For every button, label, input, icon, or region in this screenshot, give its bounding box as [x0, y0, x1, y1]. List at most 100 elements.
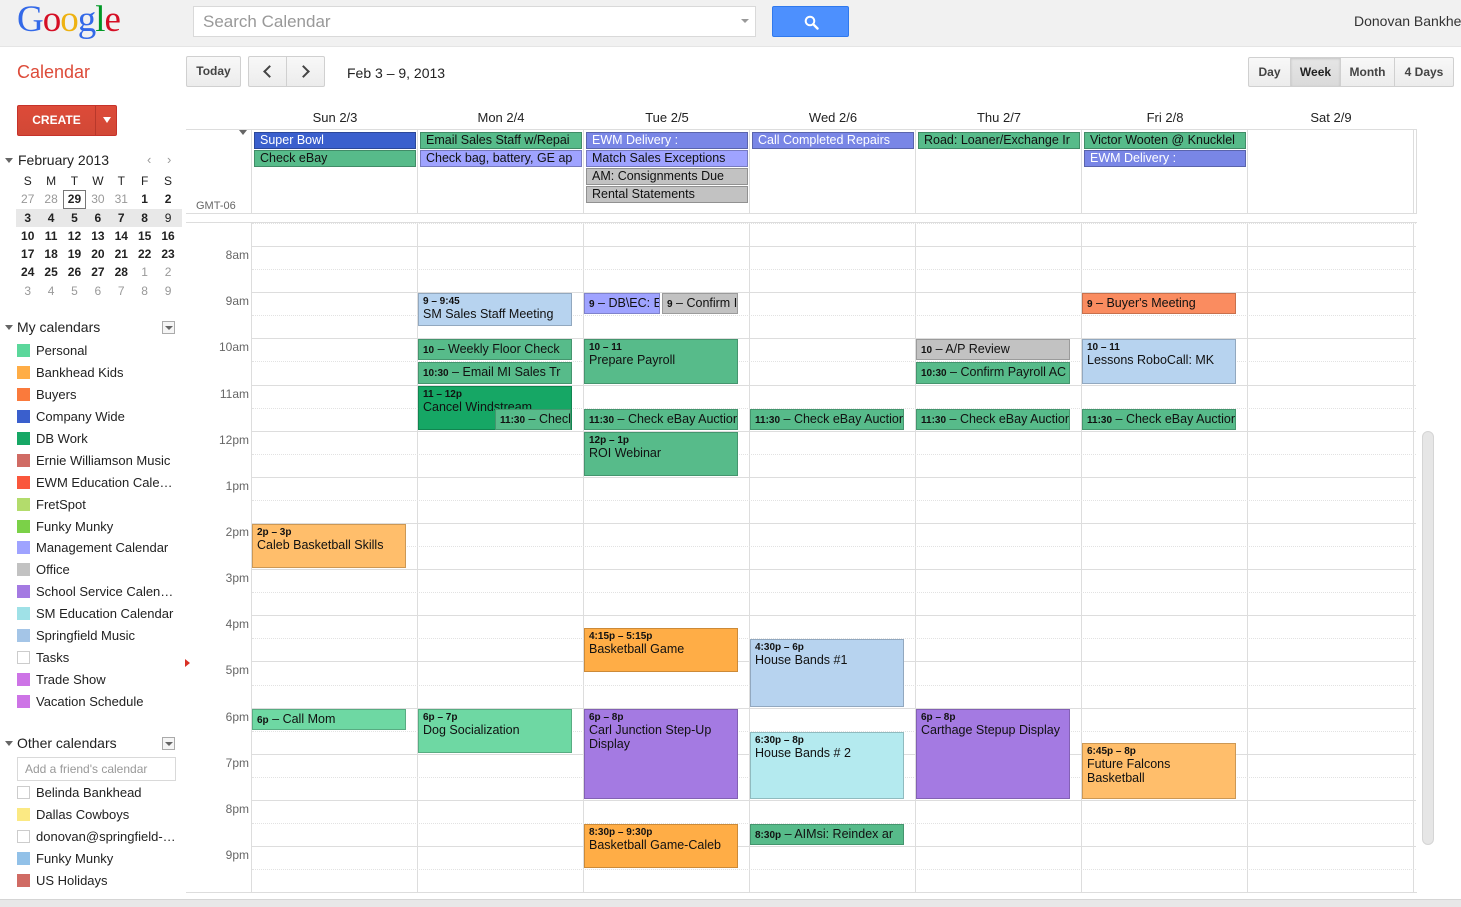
calendar-event[interactable]: 11:30 – Check eBay Auctions: [916, 408, 1070, 430]
minical-day[interactable]: 21: [110, 245, 133, 263]
calendar-event[interactable]: 8:30p – 9:30p Basketball Game-Caleb: [584, 823, 738, 869]
other-calendars-header[interactable]: Other calendars: [17, 735, 117, 751]
next-week-button[interactable]: [286, 56, 325, 87]
search-input[interactable]: [194, 7, 734, 36]
all-day-event[interactable]: Victor Wooten @ Knucklel: [1084, 132, 1246, 149]
view-week-button[interactable]: Week: [1290, 57, 1341, 87]
calendar-event[interactable]: 11:30 – Check eBay Auctions: [750, 408, 904, 430]
minical-day[interactable]: 26: [63, 263, 86, 281]
calendar-event[interactable]: 10:30 – Confirm Payroll AC: [916, 362, 1070, 384]
minical-day[interactable]: 16: [156, 227, 179, 245]
day-header[interactable]: Sat 2/9: [1248, 110, 1414, 125]
my-calendars-collapse-icon[interactable]: [5, 325, 13, 330]
calendar-item[interactable]: Springfield Music: [17, 625, 173, 647]
calendar-event[interactable]: 6:45p – 8p Future Falcons Basketball: [1082, 743, 1236, 799]
all-day-event[interactable]: EWM Delivery :: [1084, 150, 1246, 167]
today-button[interactable]: Today: [186, 56, 241, 87]
calendar-item[interactable]: Personal: [17, 340, 173, 362]
minical-day[interactable]: 12: [63, 227, 86, 245]
calendar-event[interactable]: 4:15p – 5:15p Basketball Game: [584, 627, 738, 672]
day-header[interactable]: Wed 2/6: [750, 110, 916, 125]
calendar-event[interactable]: 2p – 3p Caleb Basketball Skills: [252, 523, 406, 569]
minical-day[interactable]: 4: [39, 282, 62, 300]
calendar-event[interactable]: 6p – 8p Carl Junction Step-Up Display: [584, 708, 738, 799]
minical-day[interactable]: 28: [39, 190, 62, 208]
all-day-event[interactable]: Road: Loaner/Exchange Ir: [918, 132, 1080, 149]
minical-day[interactable]: 23: [156, 245, 179, 263]
minical-day[interactable]: 24: [16, 263, 39, 281]
calendar-item[interactable]: SM Education Calendar: [17, 603, 173, 625]
day-header[interactable]: Fri 2/8: [1082, 110, 1248, 125]
minical-day[interactable]: 17: [16, 245, 39, 263]
calendar-item[interactable]: FretSpot: [17, 493, 173, 515]
calendar-item[interactable]: Buyers: [17, 384, 173, 406]
calendar-event[interactable]: 10 – A/P Review: [916, 339, 1070, 361]
all-day-event[interactable]: Check bag, battery, GE ap: [420, 150, 582, 167]
minical-prev-button[interactable]: ‹: [147, 152, 151, 167]
time-grid[interactable]: 8am 9am 10am 11am 12pm 1pm 2pm 3pm 4pm 5pm 6pm 7pm 8…: [186, 222, 1417, 893]
calendar-event[interactable]: 12p – 1p ROI Webinar: [584, 431, 738, 476]
app-title[interactable]: Calendar: [17, 62, 90, 83]
other-calendars-collapse-icon[interactable]: [5, 741, 13, 746]
calendar-event[interactable]: 6p – Call Mom: [252, 708, 406, 730]
other-calendars-menu-icon[interactable]: [162, 737, 175, 750]
calendar-event[interactable]: 8:30p – AIMsi: Reindex ar: [750, 823, 904, 845]
minical-day[interactable]: 18: [39, 245, 62, 263]
calendar-event[interactable]: 9 – 9:45 SM Sales Staff Meeting: [418, 293, 572, 326]
calendar-event[interactable]: 6p – 7p Dog Socialization: [418, 708, 572, 753]
minical-day[interactable]: 1: [133, 263, 156, 281]
minical-day[interactable]: 2: [156, 263, 179, 281]
calendar-item[interactable]: DB Work: [17, 428, 173, 450]
calendar-event[interactable]: 11:30 – Check eBay Auctions: [495, 408, 571, 430]
minical-day[interactable]: 14: [110, 227, 133, 245]
add-friend-calendar-input[interactable]: [17, 757, 176, 781]
calendar-item[interactable]: US Holidays: [17, 870, 176, 892]
calendar-item[interactable]: Dallas Cowboys: [17, 804, 176, 826]
calendar-item[interactable]: School Service Calen…: [17, 581, 173, 603]
create-options-dropdown-icon[interactable]: [103, 117, 111, 123]
all-day-event[interactable]: Check eBay: [254, 150, 416, 167]
create-event-button[interactable]: CREATE: [17, 105, 117, 136]
calendar-item[interactable]: Funky Munky: [17, 848, 176, 870]
minical-day[interactable]: 2: [156, 190, 179, 208]
my-calendars-menu-icon[interactable]: [162, 321, 175, 334]
all-day-event[interactable]: Rental Statements: [586, 186, 748, 203]
minical-day[interactable]: 11: [39, 227, 62, 245]
minical-day[interactable]: 27: [86, 263, 109, 281]
calendar-event[interactable]: 10 – 11 Lessons RoboCall: MK: [1082, 339, 1236, 384]
calendar-item[interactable]: Vacation Schedule: [17, 690, 173, 712]
minical-day[interactable]: 22: [133, 245, 156, 263]
minical-day[interactable]: 4: [39, 209, 62, 227]
calendar-item[interactable]: Company Wide: [17, 406, 173, 428]
day-header[interactable]: Tue 2/5: [584, 110, 750, 125]
minical-day[interactable]: 25: [39, 263, 62, 281]
calendar-item[interactable]: Funky Munky: [17, 515, 173, 537]
day-header[interactable]: Thu 2/7: [916, 110, 1082, 125]
minical-day[interactable]: 10: [16, 227, 39, 245]
day-header[interactable]: Sun 2/3: [252, 110, 418, 125]
all-day-event[interactable]: Match Sales Exceptions: [586, 150, 748, 167]
user-name[interactable]: Donovan Bankhe: [1354, 13, 1461, 29]
minical-day[interactable]: 9: [156, 282, 179, 300]
search-button[interactable]: [772, 6, 849, 37]
google-logo[interactable]: Google: [17, 0, 121, 40]
calendar-item[interactable]: Belinda Bankhead: [17, 782, 176, 804]
calendar-event[interactable]: 9 – Confirm I: [662, 293, 738, 315]
minical-day[interactable]: 13: [86, 227, 109, 245]
all-day-collapse-icon[interactable]: [239, 130, 247, 135]
previous-week-button[interactable]: [248, 56, 287, 87]
calendar-item[interactable]: Office: [17, 559, 173, 581]
all-day-event[interactable]: EWM Delivery :: [586, 132, 748, 149]
all-day-event[interactable]: Super Bowl: [254, 132, 416, 149]
minical-day[interactable]: 27: [16, 190, 39, 208]
calendar-event[interactable]: 10 – Weekly Floor Check: [418, 339, 572, 361]
all-day-event[interactable]: Call Completed Repairs: [752, 132, 914, 149]
minical-day[interactable]: 3: [16, 209, 39, 227]
day-header[interactable]: Mon 2/4: [418, 110, 584, 125]
view-day-button[interactable]: Day: [1248, 57, 1291, 87]
minical-day[interactable]: 1: [133, 190, 156, 208]
minical-day[interactable]: 6: [86, 282, 109, 300]
my-calendars-header[interactable]: My calendars: [17, 319, 100, 335]
minical-day[interactable]: 31: [110, 190, 133, 208]
calendar-item[interactable]: Trade Show: [17, 668, 173, 690]
